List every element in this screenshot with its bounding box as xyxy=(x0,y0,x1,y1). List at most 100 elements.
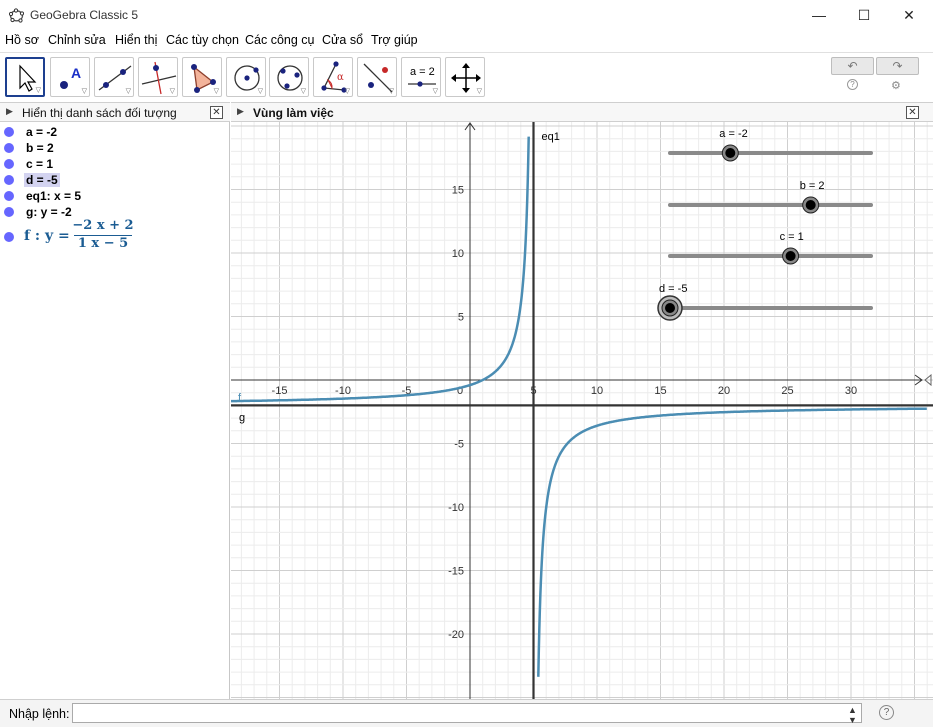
function-item[interactable]: f : y = −2 x + 2 1 x − 5 xyxy=(0,218,230,254)
input-help-icon[interactable]: ? xyxy=(879,705,894,720)
visibility-dot-icon[interactable] xyxy=(4,207,14,217)
tool-menu-triangle-icon: ▽ xyxy=(300,88,306,95)
slider-label: c = 1 xyxy=(780,231,804,243)
maximize-icon: ☐ xyxy=(857,6,871,23)
close-button[interactable]: ✕ xyxy=(886,0,932,30)
y-tick-label: -20 xyxy=(448,629,464,641)
minimize-icon: — xyxy=(812,7,826,23)
algebra-view: ▶ Hiển thị danh sách đối tượng ✕ a = -2 … xyxy=(0,102,230,699)
graphics-canvas[interactable]: -15-10-505101520253015105-5-10-15-20eq1f… xyxy=(231,122,933,699)
f-curve-left[interactable] xyxy=(231,136,530,403)
list-item[interactable]: c = 1 xyxy=(0,156,230,172)
svg-text:α: α xyxy=(337,72,344,83)
collapse-triangle-icon[interactable]: ▶ xyxy=(237,106,244,117)
tool-menu-triangle-icon: ▽ xyxy=(169,88,175,95)
menu-window[interactable]: Cửa sổ xyxy=(322,33,363,47)
tool-menu-triangle-icon: ▽ xyxy=(432,88,438,95)
circle-tool[interactable]: ▽ xyxy=(226,57,266,97)
visibility-dot-icon[interactable] xyxy=(4,232,14,242)
slider-handle-dot xyxy=(785,251,796,261)
help-icon[interactable]: ? xyxy=(847,79,858,90)
perpendicular-tool[interactable]: ▽ xyxy=(138,57,178,97)
command-input[interactable] xyxy=(72,703,862,723)
x-tick-label: 30 xyxy=(845,385,857,397)
function-prefix: f : y = xyxy=(24,228,70,244)
move-tool[interactable]: ▽ xyxy=(5,57,45,97)
slider-tool[interactable]: a = 2 ▽ xyxy=(401,57,441,97)
window-title: GeoGebra Classic 5 xyxy=(30,8,139,22)
undo-button[interactable]: ↶ xyxy=(831,57,874,75)
title-bar: GeoGebra Classic 5 — ☐ ✕ xyxy=(0,0,933,30)
graphics-view: ▶ Vùng làm việc ✕ -15-10-505101520253015… xyxy=(231,102,933,699)
input-bar: Nhập lệnh: ▲ ▼ ? xyxy=(0,699,933,727)
redo-icon: ↷ xyxy=(892,59,903,73)
x-tick-label: -15 xyxy=(272,385,288,397)
tool-menu-triangle-icon: ▽ xyxy=(35,87,41,94)
toolbar: ▽ A ▽ ▽ ▽ ▽ ▽ ▽ α ▽ ▽ a = 2 ▽ ▽ ↶ ↷ ? ⚙ xyxy=(0,52,933,102)
tool-menu-triangle-icon: ▽ xyxy=(388,88,394,95)
slider-label: a = -2 xyxy=(719,128,747,140)
redo-button[interactable]: ↷ xyxy=(876,57,919,75)
tool-menu-triangle-icon: ▽ xyxy=(125,88,131,95)
visibility-dot-icon[interactable] xyxy=(4,143,14,153)
menu-file[interactable]: Hồ sơ xyxy=(5,33,39,47)
tool-menu-triangle-icon: ▽ xyxy=(476,88,482,95)
slider-handle-dot xyxy=(665,303,675,313)
x-tick-label: 25 xyxy=(781,385,793,397)
y-tick-label: 10 xyxy=(452,248,464,260)
x-tick-label: -10 xyxy=(335,385,351,397)
svg-text:a = 2: a = 2 xyxy=(410,66,435,78)
menu-bar: Hồ sơ Chỉnh sửa Hiển thị Các tùy chọn Cá… xyxy=(0,30,933,52)
visibility-dot-icon[interactable] xyxy=(4,175,14,185)
circle-3pt-tool[interactable]: ▽ xyxy=(269,57,309,97)
eq1-label: eq1 xyxy=(542,131,560,143)
reflect-tool[interactable]: ▽ xyxy=(357,57,397,97)
x-tick-label: 15 xyxy=(654,385,666,397)
algebra-view-title: Hiển thị danh sách đối tượng xyxy=(22,106,177,120)
slider-label: d = -5 xyxy=(659,283,687,295)
menu-help[interactable]: Trợ giúp xyxy=(371,33,418,47)
menu-edit[interactable]: Chỉnh sửa xyxy=(48,33,106,47)
move-view-tool[interactable]: ▽ xyxy=(445,57,485,97)
visibility-dot-icon[interactable] xyxy=(4,191,14,201)
graphics-view-title: Vùng làm việc xyxy=(253,106,334,120)
list-item[interactable]: b = 2 xyxy=(0,140,230,156)
chevron-down-icon[interactable]: ▲ ▼ xyxy=(848,705,857,725)
input-label: Nhập lệnh: xyxy=(9,707,70,721)
x-tick-label: 10 xyxy=(591,385,603,397)
slider-handle-dot xyxy=(805,200,816,210)
menu-tools[interactable]: Các công cụ xyxy=(245,33,314,47)
visibility-dot-icon[interactable] xyxy=(4,159,14,169)
list-item[interactable]: d = -5 xyxy=(0,172,230,188)
close-view-icon[interactable]: ✕ xyxy=(906,106,919,119)
x-tick-label: 20 xyxy=(718,385,730,397)
function-fraction: −2 x + 2 1 x − 5 xyxy=(72,218,134,253)
geogebra-logo-icon xyxy=(9,8,24,23)
y-tick-label: 15 xyxy=(452,185,464,197)
list-item[interactable]: a = -2 xyxy=(0,124,230,140)
visibility-dot-icon[interactable] xyxy=(4,127,14,137)
polygon-tool[interactable]: ▽ xyxy=(182,57,222,97)
maximize-button[interactable]: ☐ xyxy=(841,0,887,30)
y-tick-label: -15 xyxy=(448,566,464,578)
tool-menu-triangle-icon: ▽ xyxy=(344,88,350,95)
settings-icon[interactable]: ⚙ xyxy=(891,79,901,92)
menu-options[interactable]: Các tùy chọn xyxy=(166,33,239,47)
g-label: g xyxy=(239,412,245,424)
y-tick-label: 5 xyxy=(458,312,464,324)
graphics-view-header: ▶ Vùng làm việc ✕ xyxy=(231,102,933,122)
close-icon: ✕ xyxy=(903,6,915,23)
menu-view[interactable]: Hiển thị xyxy=(115,33,157,47)
fraction-numerator: −2 x + 2 xyxy=(72,218,134,233)
point-tool[interactable]: A ▽ xyxy=(50,57,90,97)
tool-menu-triangle-icon: ▽ xyxy=(213,88,219,95)
y-tick-label: -5 xyxy=(454,439,464,451)
minimize-button[interactable]: — xyxy=(796,0,842,30)
tool-menu-triangle-icon: ▽ xyxy=(81,88,87,95)
collapse-triangle-icon[interactable]: ▶ xyxy=(6,106,13,117)
close-view-icon[interactable]: ✕ xyxy=(210,106,223,119)
angle-tool[interactable]: α ▽ xyxy=(313,57,353,97)
y-tick-label: -10 xyxy=(448,502,464,514)
line-tool[interactable]: ▽ xyxy=(94,57,134,97)
list-item[interactable]: eq1: x = 5 xyxy=(0,188,230,204)
